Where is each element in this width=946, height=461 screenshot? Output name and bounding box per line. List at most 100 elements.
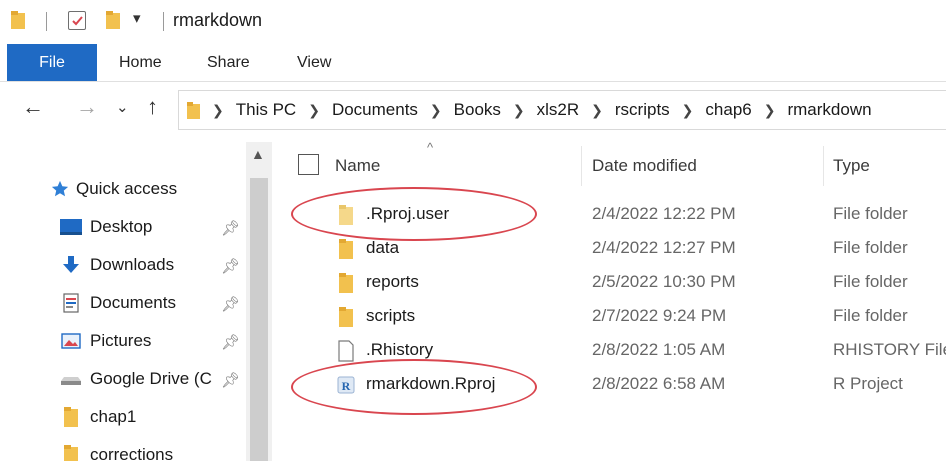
column-divider[interactable] <box>823 146 824 186</box>
chevron-right-icon[interactable]: ❯ <box>212 102 224 119</box>
nav-item-label: Quick access <box>76 179 178 198</box>
breadcrumb-chap6[interactable]: chap6 <box>705 100 751 120</box>
title-separator <box>163 12 164 31</box>
nav-item-label: Pictures <box>90 331 152 350</box>
nav-item-label: Documents <box>90 293 176 312</box>
properties-icon[interactable] <box>68 11 86 30</box>
folder-icon <box>187 101 200 119</box>
nav-item-chap1[interactable]: chap1 <box>60 402 136 432</box>
chevron-right-icon[interactable]: ❯ <box>591 102 603 119</box>
folder-icon <box>339 273 353 293</box>
breadcrumb-documents[interactable]: Documents <box>332 100 418 120</box>
nav-item-google-drive[interactable]: Google Drive (C <box>60 364 212 394</box>
tab-view[interactable]: View <box>297 44 331 81</box>
new-folder-icon[interactable] <box>106 11 120 29</box>
forward-arrow-icon[interactable]: → <box>76 94 98 120</box>
nav-item-quick-access[interactable]: Quick access <box>50 174 177 204</box>
address-bar[interactable]: ❯ This PC ❯ Documents ❯ Books ❯ xls2R ❯ … <box>178 90 946 130</box>
file-name: .Rhistory <box>366 340 434 359</box>
scroll-up-icon[interactable]: ▲ <box>251 146 265 162</box>
file-name: data <box>366 238 400 257</box>
breadcrumb-this-pc[interactable]: This PC <box>236 100 296 120</box>
breadcrumb-books[interactable]: Books <box>454 100 501 120</box>
tab-share[interactable]: Share <box>207 44 250 81</box>
select-all-checkbox[interactable] <box>298 154 319 175</box>
column-header-name[interactable]: Name <box>335 156 380 176</box>
documents-icon <box>60 293 82 313</box>
quick-access-toolbar-dropdown[interactable]: ▾ <box>133 9 141 27</box>
up-arrow-icon[interactable]: ↑ <box>147 94 158 120</box>
pictures-icon <box>60 331 82 351</box>
file-name: .Rproj.user <box>366 204 450 223</box>
nav-item-label: Downloads <box>90 255 175 274</box>
chevron-right-icon[interactable]: ❯ <box>430 102 442 119</box>
column-divider[interactable] <box>581 146 582 186</box>
folder-icon <box>339 205 353 225</box>
file-name: reports <box>366 272 419 291</box>
file-name: rmarkdown.Rproj <box>366 374 496 393</box>
file-date: 2/7/2022 9:24 PM <box>592 306 727 325</box>
file-date: 2/8/2022 1:05 AM <box>592 340 726 359</box>
column-header-type[interactable]: Type <box>833 156 870 176</box>
folder-icon <box>11 11 25 29</box>
folder-icon <box>60 445 82 461</box>
nav-item-label: Google Drive (C <box>90 369 212 388</box>
file-icon <box>338 340 354 362</box>
file-date: 2/5/2022 10:30 PM <box>592 272 736 291</box>
folder-icon <box>339 307 353 327</box>
file-row[interactable]: scripts 2/7/2022 9:24 PM File folder <box>280 300 946 334</box>
tab-file[interactable]: File <box>7 44 97 81</box>
nav-item-documents[interactable]: Documents <box>60 288 176 318</box>
download-icon <box>60 255 82 275</box>
file-row[interactable]: data 2/4/2022 12:27 PM File folder <box>280 232 946 266</box>
scrollbar-thumb[interactable] <box>250 178 268 461</box>
file-date: 2/4/2022 12:22 PM <box>592 204 736 223</box>
file-type: File folder <box>833 204 908 223</box>
navigation-pane: Quick access Desktop 📌︎ Downloads 📌︎ Doc… <box>0 140 272 461</box>
pin-icon[interactable]: 📌︎ <box>221 295 240 313</box>
pin-icon[interactable]: 📌︎ <box>221 219 240 237</box>
chevron-right-icon[interactable]: ❯ <box>682 102 694 119</box>
breadcrumb-rscripts[interactable]: rscripts <box>615 100 670 120</box>
chevron-right-icon[interactable]: ❯ <box>513 102 525 119</box>
file-name: scripts <box>366 306 416 325</box>
breadcrumb-xls2r[interactable]: xls2R <box>537 100 580 120</box>
folder-icon <box>60 407 82 427</box>
svg-text:R: R <box>342 379 351 393</box>
tab-home[interactable]: Home <box>119 44 162 81</box>
nav-item-desktop[interactable]: Desktop <box>60 212 152 242</box>
file-date: 2/4/2022 12:27 PM <box>592 238 736 257</box>
file-row[interactable]: .Rhistory 2/8/2022 1:05 AM RHISTORY File <box>280 334 946 368</box>
nav-item-pictures[interactable]: Pictures <box>60 326 151 356</box>
chevron-right-icon[interactable]: ❯ <box>764 102 776 119</box>
back-arrow-icon[interactable]: ← <box>22 94 44 120</box>
file-type: RHISTORY File <box>833 340 946 359</box>
window-title: rmarkdown <box>173 10 263 30</box>
sort-ascending-icon: ^ <box>427 140 434 155</box>
file-row[interactable]: reports 2/5/2022 10:30 PM File folder <box>280 266 946 300</box>
nav-item-corrections[interactable]: corrections <box>60 440 173 461</box>
file-row[interactable]: .Rproj.user 2/4/2022 12:22 PM File folde… <box>280 198 946 232</box>
nav-item-downloads[interactable]: Downloads <box>60 250 174 280</box>
desktop-icon <box>60 217 82 237</box>
star-icon <box>50 179 70 199</box>
chevron-right-icon[interactable]: ❯ <box>308 102 320 119</box>
pin-icon[interactable]: 📌︎ <box>221 333 240 351</box>
drive-icon <box>60 369 82 389</box>
pin-icon[interactable]: 📌︎ <box>221 371 240 389</box>
breadcrumb-rmarkdown[interactable]: rmarkdown <box>787 100 871 120</box>
file-list-header: ^ Name Date modified Type <box>280 140 946 190</box>
nav-pane-scrollbar[interactable]: ▲ <box>246 142 272 461</box>
file-type: File folder <box>833 238 908 257</box>
navigation-bar: ← → ⌄ ↑ ❯ This PC ❯ Documents ❯ Books ❯ … <box>0 84 946 136</box>
pin-icon[interactable]: 📌︎ <box>221 257 240 275</box>
file-type: R Project <box>833 374 903 393</box>
recent-locations-chevron-down-icon[interactable]: ⌄ <box>116 98 129 116</box>
r-project-icon: R <box>337 376 355 394</box>
title-separator <box>46 12 47 31</box>
folder-icon <box>339 239 353 259</box>
title-bar: ▾ rmarkdown <box>0 0 946 42</box>
nav-item-label: Desktop <box>90 217 153 236</box>
file-row[interactable]: R rmarkdown.Rproj 2/8/2022 6:58 AM R Pro… <box>280 368 946 402</box>
column-header-date-modified[interactable]: Date modified <box>592 156 697 176</box>
